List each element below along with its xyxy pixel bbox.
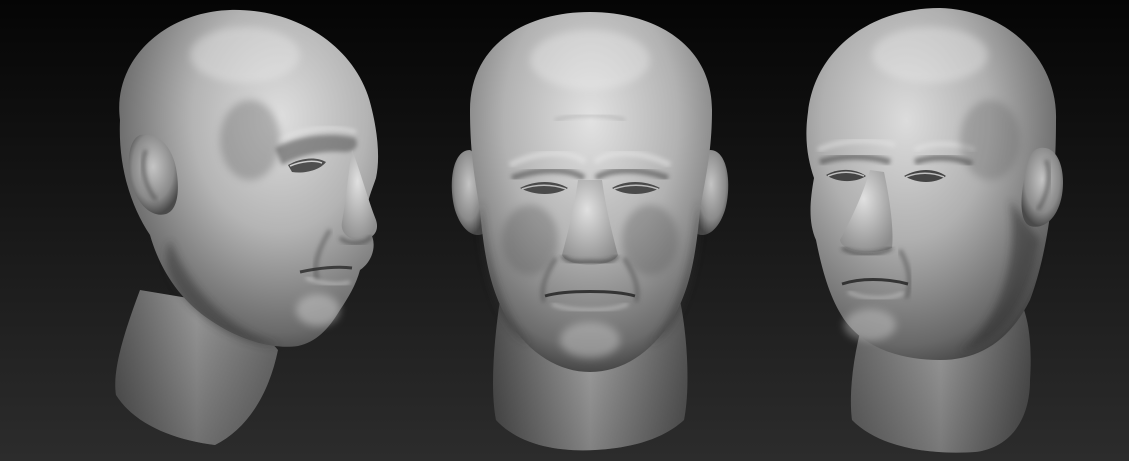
sculpt-viewport bbox=[0, 0, 1129, 461]
render-canvas bbox=[0, 0, 1129, 461]
head-front bbox=[451, 12, 729, 451]
